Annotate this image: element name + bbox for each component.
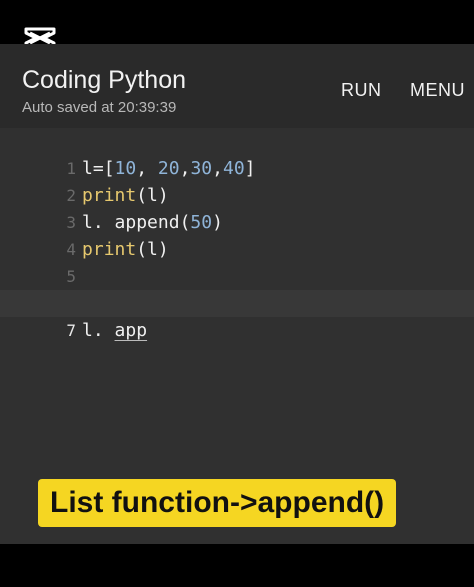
code-line-5[interactable]: 5 xyxy=(0,236,474,286)
code-line-7-active[interactable]: 7 l. app xyxy=(0,290,474,341)
code-line-1[interactable]: 1 l=[10, 20,30,40] xyxy=(0,128,474,179)
line-number: 7 xyxy=(66,321,77,340)
menu-button[interactable]: MENU xyxy=(410,80,465,101)
code-line-6[interactable]: 6n=[60, 70] xyxy=(0,263,474,314)
bottom-bar xyxy=(0,544,474,587)
code-line-2[interactable]: 2 print(l) xyxy=(0,155,474,206)
code-line-4[interactable]: 4 print(l) xyxy=(0,209,474,260)
code-line-3[interactable]: 3 l. append(50) xyxy=(0,182,474,233)
autosave-status: Auto saved at 20:39:39 xyxy=(22,99,177,116)
page-title: Coding Python xyxy=(22,66,187,94)
line-code: l. app xyxy=(82,320,148,341)
screen: Coding Python Auto saved at 20:39:39 RUN… xyxy=(0,0,474,587)
caption-banner: List function->append() xyxy=(38,479,397,527)
app-bar: Coding Python Auto saved at 20:39:39 RUN… xyxy=(0,44,474,128)
run-button[interactable]: RUN xyxy=(341,80,382,101)
